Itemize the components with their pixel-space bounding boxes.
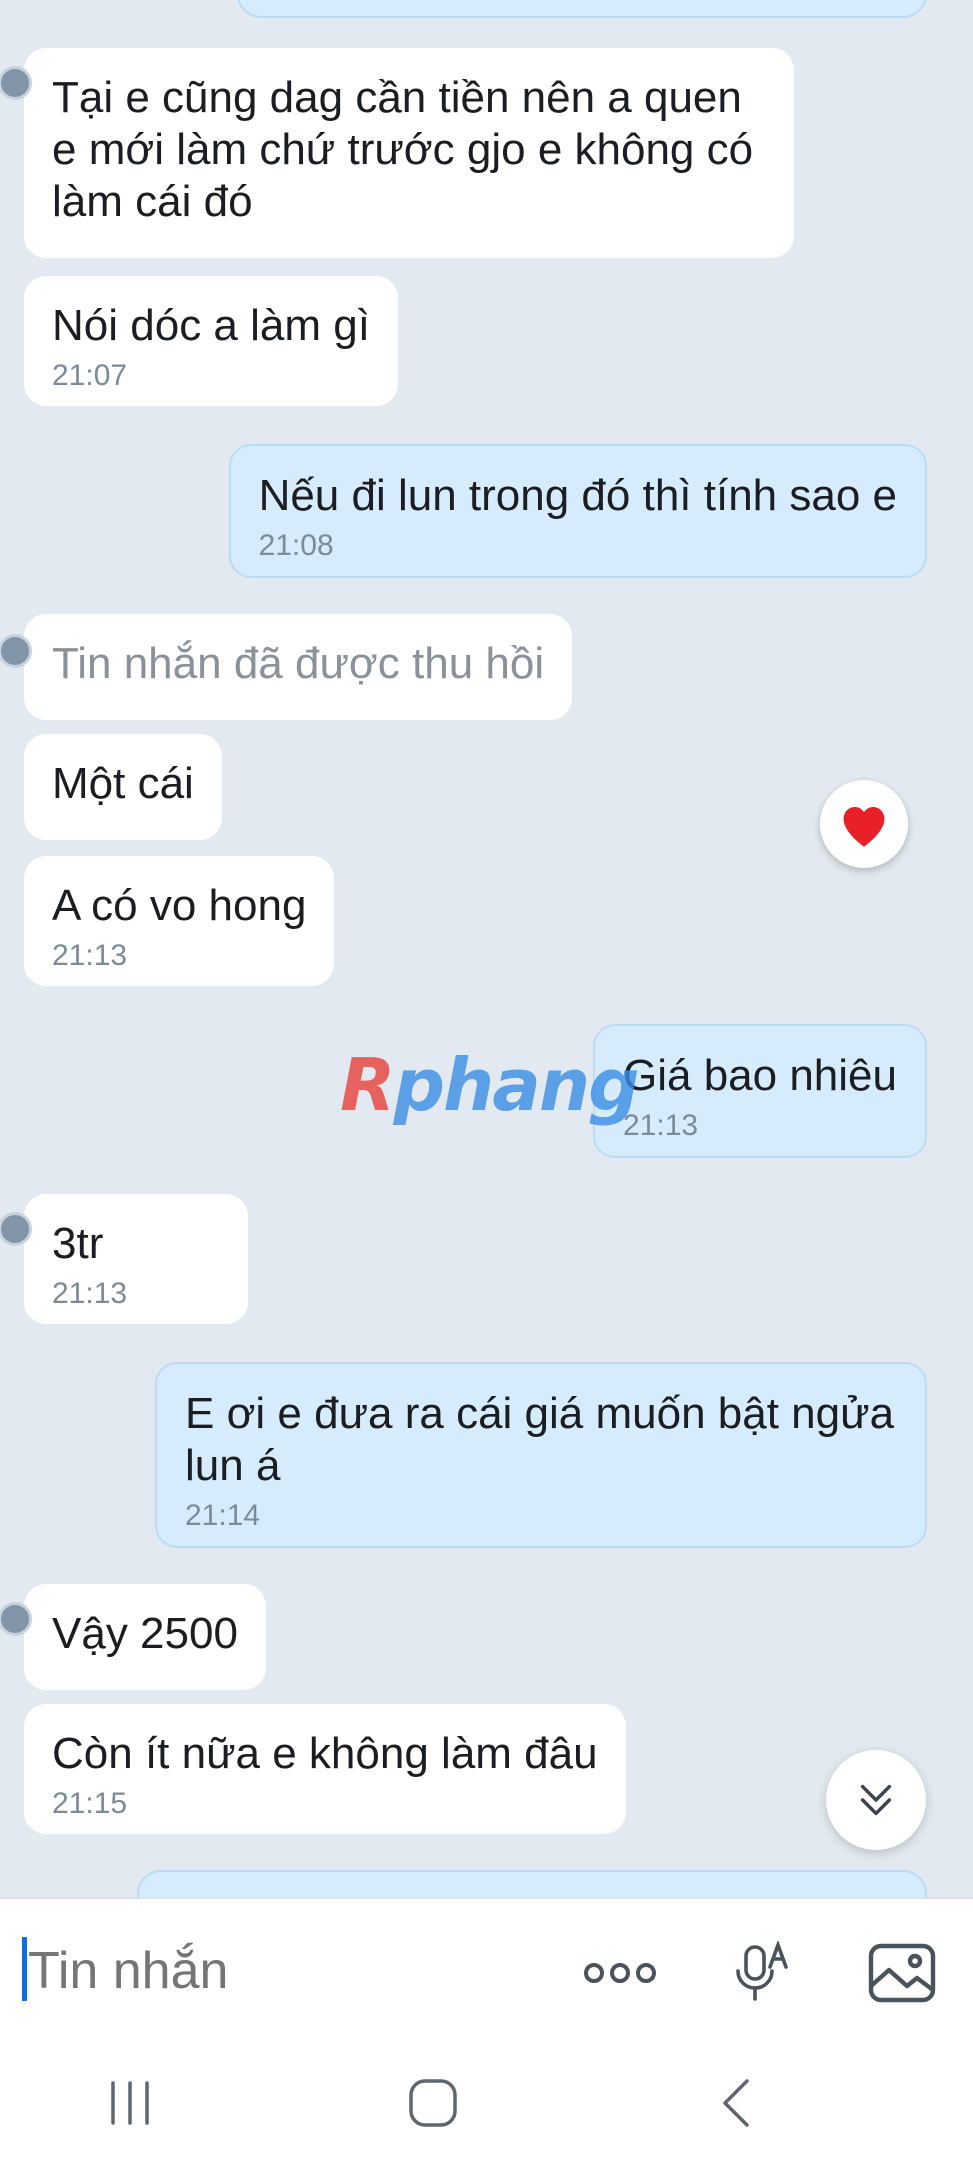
sender-avatar[interactable] <box>0 1602 32 1636</box>
incoming-message-bubble[interactable]: Một cái <box>24 734 222 840</box>
send-image-button[interactable] <box>862 1933 942 2013</box>
sender-avatar[interactable] <box>0 66 32 100</box>
message-time: 21:13 <box>623 1109 699 1142</box>
voice-to-text-button[interactable] <box>722 1933 802 2013</box>
more-icon <box>584 1963 656 1983</box>
incoming-message-bubble[interactable]: Vậy 2500 <box>0 1584 266 1690</box>
message-text: E ơi e đưa ra cái giá muốn bật ngửa lun … <box>185 1389 895 1490</box>
incoming-message-bubble[interactable]: Còn ít nữa e không làm đâu 21:15 <box>24 1704 626 1834</box>
double-chevron-down-icon <box>860 1784 892 1816</box>
recalled-message-text: Tin nhắn đã được thu hồi <box>52 639 545 688</box>
text-cursor <box>22 1937 27 2001</box>
message-text: Một cái <box>52 759 194 808</box>
message-text: 3tr <box>52 1219 104 1268</box>
watermark-logo-text: phang <box>393 1043 639 1127</box>
message-time: 21:07 <box>52 359 128 392</box>
watermark-logo: Rphang <box>340 1040 640 1130</box>
message-time: 21:14 <box>185 1499 261 1532</box>
message-time: 21:13 <box>52 1277 128 1310</box>
previous-outgoing-message-bubble[interactable] <box>237 0 927 18</box>
incoming-message-bubble[interactable]: Nói dóc a làm gì 21:07 <box>24 276 398 406</box>
recent-apps-button[interactable] <box>85 2068 175 2138</box>
heart-reaction-button[interactable] <box>820 780 908 868</box>
message-text: A có vo hong <box>52 881 307 930</box>
message-text: Nói dóc a làm gì <box>52 301 370 350</box>
outgoing-message-bubble[interactable]: Nếu đi lun trong đó thì tính sao e 21:08 <box>228 444 927 578</box>
outgoing-message-bubble[interactable]: E ơi e đưa ra cái giá muốn bật ngửa lun … <box>155 1362 927 1548</box>
incoming-message-bubble[interactable]: A có vo hong 21:13 <box>24 856 335 986</box>
heart-icon <box>843 806 885 847</box>
home-icon <box>409 2079 457 2127</box>
voice-to-text-icon <box>736 1941 788 2001</box>
message-text: Còn ít nữa e không làm đâu <box>52 1729 598 1778</box>
message-time: 21:13 <box>52 939 128 972</box>
incoming-message-bubble[interactable]: Tại e cũng dag cần tiền nên a quen e mới… <box>0 48 794 258</box>
sender-avatar[interactable] <box>0 1212 32 1246</box>
image-icon <box>868 1943 936 2003</box>
system-navigation-bar <box>0 2038 973 2171</box>
message-composer <box>0 1898 973 2038</box>
message-time: 21:08 <box>258 529 334 562</box>
message-time: 21:15 <box>52 1787 128 1820</box>
more-options-button[interactable] <box>580 1933 660 2013</box>
message-text: Nếu đi lun trong đó thì tính sao e <box>258 471 897 520</box>
message-text: Giá bao nhiêu <box>623 1051 897 1100</box>
incoming-message-bubble[interactable]: 3tr 21:13 <box>0 1194 248 1324</box>
back-button[interactable] <box>692 2068 782 2138</box>
home-button[interactable] <box>388 2068 478 2138</box>
sender-avatar[interactable] <box>0 634 32 668</box>
scroll-to-bottom-button[interactable] <box>826 1750 926 1850</box>
message-text: Tại e cũng dag cần tiền nên a quen e mới… <box>52 73 754 226</box>
watermark-logo-letter: R <box>340 1043 395 1127</box>
recalled-message-bubble[interactable]: Tin nhắn đã được thu hồi <box>0 614 573 720</box>
back-icon <box>723 2079 749 2127</box>
message-text: Vậy 2500 <box>52 1609 238 1658</box>
recent-apps-icon <box>111 2081 149 2125</box>
outgoing-message-bubble[interactable]: Giá bao nhiêu 21:13 <box>593 1024 927 1158</box>
